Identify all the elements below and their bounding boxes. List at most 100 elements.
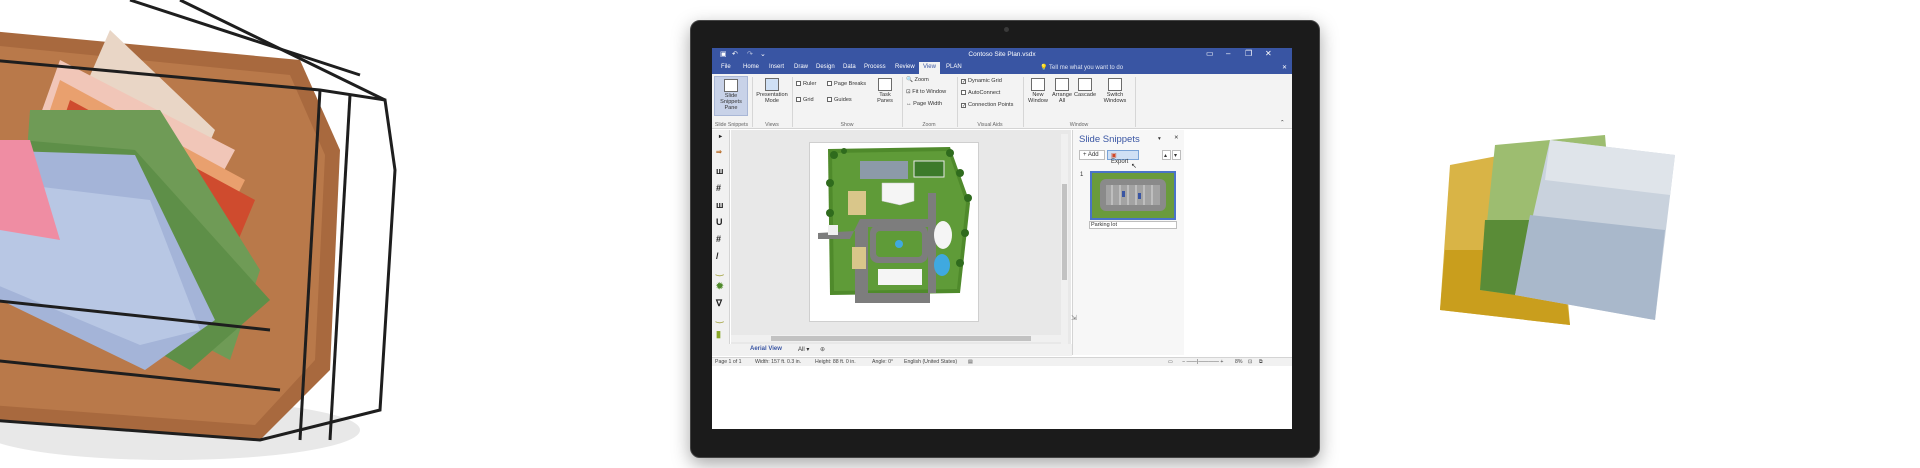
tab-insert[interactable]: Insert [769,64,784,70]
dynamic-grid-label: Dynamic Grid [968,78,1002,84]
fit-page-icon[interactable]: ⊡ [1248,359,1252,365]
guides-label: Guides [834,97,852,103]
page-width-button[interactable]: ↔ Page Width [906,101,942,107]
vertical-scrollbar[interactable] [1061,134,1068,352]
switch-windows-label: Switch Windows [1103,92,1127,104]
export-button[interactable]: ▣ Export [1107,150,1139,165]
tab-review[interactable]: Review [895,64,915,70]
horizontal-scrollbar[interactable] [731,335,1063,342]
add-snippet-button[interactable]: + Add [1079,150,1105,160]
expand-shapes-icon[interactable]: ▸ [719,133,722,140]
shape-planter-icon[interactable]: ▮ [716,329,721,340]
move-down-button[interactable]: ▾ [1172,150,1181,160]
status-bar: Page 1 of 1 Width: 157 ft. 0.3 in. Heigh… [712,357,1292,366]
scrollbar-thumb[interactable] [771,336,1031,341]
drawing-page[interactable] [809,142,979,322]
tab-view[interactable]: View [919,62,940,74]
shape-shrub-icon[interactable]: ✹ [716,281,724,292]
new-window-button[interactable]: New Window [1026,76,1050,116]
ruler-label: Ruler [803,81,817,87]
group-separator [752,77,753,127]
shape-hedge-icon[interactable]: ‿ [716,313,723,324]
group-label-views: Views [765,122,779,128]
presentation-view-icon[interactable]: ▭ [1168,359,1173,365]
shape-rail-icon[interactable]: ш [716,200,724,210]
close-file-icon[interactable]: ✕ [1282,64,1287,71]
shape-gate-icon[interactable]: U [716,217,723,227]
drawing-canvas[interactable] [731,130,1071,355]
window-title: Contoso Site Plan.vsdx [968,51,1036,58]
scrollbar-thumb[interactable] [1062,184,1067,280]
tab-draw[interactable]: Draw [794,64,808,70]
shape-hatch-icon[interactable]: # [716,183,721,193]
group-separator [902,77,903,127]
cascade-button[interactable]: Cascade [1074,76,1096,116]
presentation-mode-icon [765,78,779,91]
task-panes-icon [878,78,892,91]
status-language[interactable]: English (United States) [904,359,957,365]
pane-close-icon[interactable]: ✕ [1174,135,1179,141]
all-pages-dropdown[interactable]: All ▾ [798,346,809,353]
paint-swatch-basket-image [0,0,397,460]
presentation-mode-label: Presentation Mode [756,92,788,104]
pane-options-icon[interactable]: ▾ [1158,136,1161,142]
tab-plan[interactable]: PLAN [946,64,962,70]
collapse-ribbon-icon[interactable]: ⌃ [1280,120,1285,126]
ribbon-tabs: File Home Insert Draw Design Data Proces… [712,62,1292,74]
page-breaks-checkbox[interactable]: Page Breaks [827,81,866,87]
tell-me-search[interactable]: 💡 Tell me what you want to do [1040,64,1123,71]
task-panes-button[interactable]: Task Panes [872,76,898,116]
add-icon: + [1083,152,1087,158]
tab-file[interactable]: File [721,64,731,70]
tab-design[interactable]: Design [816,64,835,70]
tab-home[interactable]: Home [743,64,759,70]
shape-path-icon[interactable]: / [716,251,719,261]
snippet-thumbnail[interactable] [1090,171,1176,220]
group-separator [792,77,793,127]
shape-arrow-icon[interactable]: ⇒ [716,148,722,156]
slide-snippets-pane-button[interactable]: Slide Snippets Pane [714,76,748,116]
switch-windows-button[interactable]: Switch Windows [1100,76,1130,116]
resize-grip-icon[interactable]: ⇲ [1071,314,1077,322]
shape-trellis-icon[interactable]: # [716,234,721,244]
arrange-all-button[interactable]: Arrange All [1051,76,1073,116]
presentation-mode-button[interactable]: Presentation Mode [755,76,789,116]
zoom-level[interactable]: 8% [1235,359,1243,365]
fit-to-window-button[interactable]: ⊡ Fit to Window [906,89,946,95]
connection-points-checkbox[interactable]: ✓ Connection Points [961,102,1013,109]
restore-icon[interactable]: ❐ [1245,49,1252,58]
shape-lamp-icon[interactable]: ∇ [716,298,722,309]
autoconnect-checkbox[interactable]: AutoConnect [961,90,1000,96]
dynamic-grid-checkbox[interactable]: ✓ Dynamic Grid [961,78,1002,85]
slide-snippets-pane: Slide Snippets ▾ ✕ + Add ▣ Export ↖ ▴ ▾ … [1071,130,1184,355]
shape-fence-icon[interactable]: ш [716,166,724,176]
close-icon[interactable]: ✕ [1265,49,1272,58]
page-tab-aerial-view[interactable]: Aerial View [750,346,782,352]
status-angle: Angle: 0° [872,359,894,365]
grid-label: Grid [803,97,814,103]
ribbon-display-icon[interactable]: ▭ [1206,49,1214,58]
group-label-visual-aids: Visual Aids [977,122,1003,128]
tell-me-text: Tell me what you want to do [1049,65,1124,71]
switch-windows-icon[interactable]: ⧉ [1259,359,1263,366]
group-separator [1023,77,1024,127]
tab-process[interactable]: Process [864,64,886,70]
move-up-button[interactable]: ▴ [1162,150,1171,160]
status-page[interactable]: Page 1 of 1 [715,359,742,365]
macro-icon[interactable]: ▤ [968,359,973,365]
checkbox-icon [796,97,801,102]
zoom-slider[interactable]: − ——|———— + [1182,359,1223,365]
minimize-icon[interactable]: – [1226,49,1230,58]
add-page-icon[interactable]: ⊕ [820,346,825,353]
guides-checkbox[interactable]: Guides [827,97,852,103]
site-plan-drawing[interactable] [810,143,980,323]
shapes-stencil: ▸ ⇒ ш # ш U # / ‿ ✹ ∇ ‿ ▮ ▯ [712,130,730,355]
grid-checkbox[interactable]: Grid [796,97,814,103]
product-scene: ▣ ↶ ↷ ⌄ Contoso Site Plan.vsdx ▭ – ❐ ✕ F… [0,0,1920,468]
tab-data[interactable]: Data [843,64,856,70]
zoom-button[interactable]: 🔍 Zoom [906,77,929,83]
shape-curve-icon[interactable]: ‿ [716,266,723,277]
snippet-name-field[interactable]: Parking lot [1089,221,1177,229]
ruler-checkbox[interactable]: Ruler [796,81,816,87]
visio-window: ▣ ↶ ↷ ⌄ Contoso Site Plan.vsdx ▭ – ❐ ✕ F… [712,48,1292,429]
